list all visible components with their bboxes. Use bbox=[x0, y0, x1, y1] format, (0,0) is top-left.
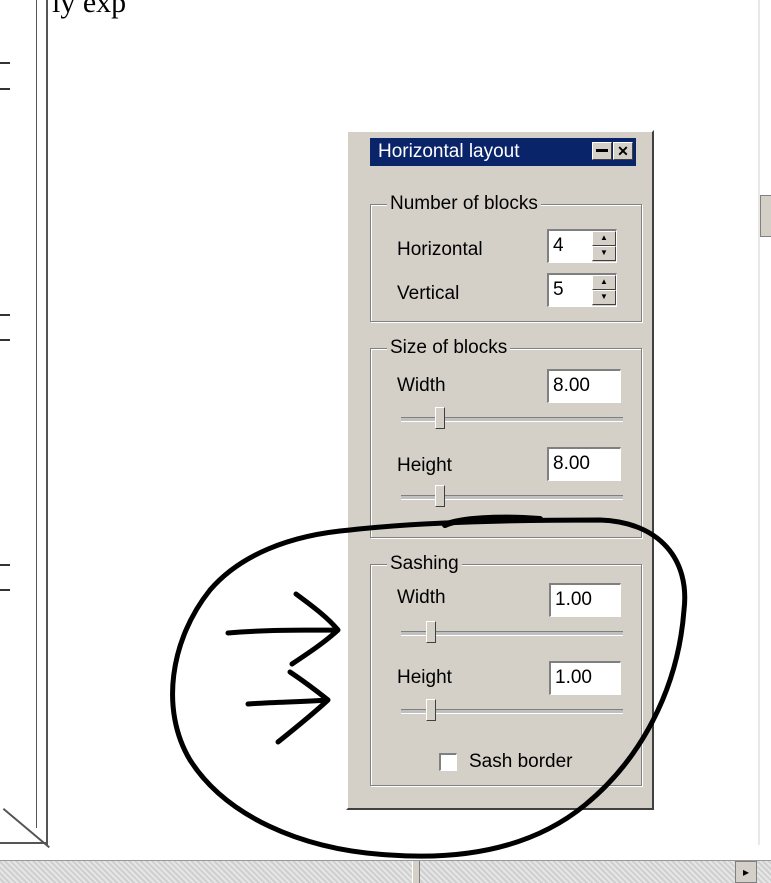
horizontal-spin-buttons[interactable]: ▲ ▼ bbox=[592, 231, 616, 262]
ruler-tick bbox=[0, 62, 10, 64]
slider-thumb[interactable] bbox=[426, 621, 436, 643]
sashing-legend: Sashing bbox=[387, 553, 462, 575]
block-height-label: Height bbox=[397, 455, 452, 476]
horizontal-count-stepper[interactable]: 4 ▲ ▼ bbox=[547, 229, 617, 263]
annotation-arrow-lower bbox=[245, 669, 331, 745]
sash-border-label[interactable]: Sash border bbox=[469, 751, 573, 773]
horizontal-layout-panel: Horizontal layout ✕ Number of blocks Hor… bbox=[346, 130, 654, 810]
close-icon[interactable]: ✕ bbox=[613, 142, 633, 160]
vertical-count-stepper[interactable]: 5 ▲ ▼ bbox=[547, 273, 617, 307]
ruler-tick bbox=[0, 339, 10, 341]
annotation-arrow-upper bbox=[225, 591, 341, 667]
cropped-heading-text: ly exp bbox=[52, 0, 127, 19]
horizontal-label: Horizontal bbox=[397, 239, 483, 260]
canvas-ruler-edge bbox=[0, 0, 50, 849]
slider-thumb[interactable] bbox=[435, 407, 445, 429]
sashing-group: Sashing Width 1.00 Height 1.00 Sash bord… bbox=[370, 553, 642, 786]
sash-height-field[interactable]: 1.00 bbox=[549, 661, 621, 695]
sash-width-label: Width bbox=[397, 587, 446, 608]
vertical-scroll-track[interactable] bbox=[758, 0, 760, 845]
ruler-tick bbox=[0, 314, 10, 316]
vertical-label: Vertical bbox=[397, 283, 460, 304]
horizontal-scroll-thumb[interactable] bbox=[412, 861, 420, 883]
horizontal-scrollbar[interactable]: ▸ bbox=[0, 860, 771, 883]
slider-thumb[interactable] bbox=[426, 699, 436, 721]
spin-up-icon[interactable]: ▲ bbox=[592, 275, 616, 290]
number-of-blocks-group: Number of blocks Horizontal 4 ▲ ▼ Vertic… bbox=[370, 193, 642, 322]
panel-titlebar[interactable]: Horizontal layout ✕ bbox=[370, 138, 636, 166]
spin-down-icon[interactable]: ▼ bbox=[592, 246, 616, 261]
sash-width-slider[interactable] bbox=[401, 621, 623, 643]
horizontal-count-value: 4 bbox=[553, 235, 564, 256]
panel-title: Horizontal layout bbox=[378, 141, 520, 162]
sash-height-label: Height bbox=[397, 667, 452, 688]
canvas-bottom-edge bbox=[0, 842, 46, 844]
block-width-slider[interactable] bbox=[401, 407, 623, 429]
spin-down-icon[interactable]: ▼ bbox=[592, 290, 616, 305]
sash-height-slider[interactable] bbox=[401, 699, 623, 721]
vertical-count-value: 5 bbox=[553, 279, 564, 300]
size-of-blocks-group: Size of blocks Width 8.00 Height 8.00 bbox=[370, 337, 642, 538]
block-width-label: Width bbox=[397, 375, 446, 396]
vertical-scroll-thumb[interactable] bbox=[760, 195, 771, 237]
number-of-blocks-legend: Number of blocks bbox=[387, 193, 541, 215]
sash-width-field[interactable]: 1.00 bbox=[549, 583, 621, 617]
ruler-tick bbox=[0, 589, 10, 591]
size-of-blocks-legend: Size of blocks bbox=[387, 337, 511, 359]
ruler-tick bbox=[0, 564, 10, 566]
canvas-inner-edge bbox=[36, 0, 37, 828]
spin-up-icon[interactable]: ▲ bbox=[592, 231, 616, 246]
block-height-slider[interactable] bbox=[401, 485, 623, 507]
block-height-field[interactable]: 8.00 bbox=[547, 447, 621, 481]
ruler-tick bbox=[0, 88, 10, 90]
sash-border-checkbox[interactable] bbox=[439, 753, 457, 771]
vertical-spin-buttons[interactable]: ▲ ▼ bbox=[592, 275, 616, 306]
scroll-right-arrow-icon[interactable]: ▸ bbox=[735, 861, 757, 883]
block-width-field[interactable]: 8.00 bbox=[547, 369, 621, 403]
slider-thumb[interactable] bbox=[435, 485, 445, 507]
minimize-icon[interactable] bbox=[592, 142, 612, 160]
